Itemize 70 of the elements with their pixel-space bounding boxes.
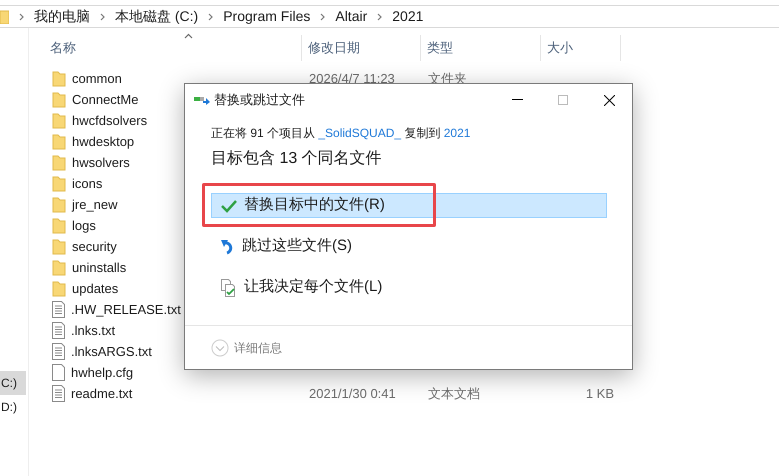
chevron-right-icon — [377, 12, 382, 20]
option-button[interactable]: 跳过这些文件(S) — [211, 234, 607, 259]
file-name[interactable]: common — [72, 68, 122, 88]
maximize-icon — [558, 95, 568, 105]
column-header[interactable]: 修改日期 — [302, 35, 421, 61]
folder-icon — [52, 280, 66, 296]
breadcrumb[interactable]: Altair — [335, 6, 368, 27]
file-name[interactable]: ConnectMe — [72, 90, 138, 110]
option-button[interactable]: 让我决定每个文件(L) — [211, 275, 607, 300]
breadcrumb[interactable]: 我的电脑 — [34, 6, 90, 27]
copy-status-text: 正在将 91 个项目从 _SolidSQUAD_ 复制到 2021 — [211, 126, 470, 140]
folder-icon — [52, 112, 66, 128]
file-name[interactable]: hwsolvers — [72, 152, 130, 172]
chevron-right-icon — [208, 12, 214, 20]
breadcrumb[interactable]: Program Files — [223, 6, 310, 27]
modified-date: 2021/1/30 0:41 — [309, 386, 396, 401]
chevron-right-icon — [320, 12, 326, 20]
file-name[interactable]: icons — [72, 174, 102, 194]
address-bar[interactable]: 我的电脑 本地磁盘 (C:) Program Files Altair 2021 — [0, 5, 779, 28]
file-name[interactable]: updates — [72, 278, 118, 298]
folder-icon — [52, 154, 66, 170]
undo-arrow-icon — [221, 238, 235, 254]
text-file-icon — [52, 322, 65, 339]
dialog-heading: 目标包含 13 个同名文件 — [211, 148, 382, 169]
text-file-icon — [52, 301, 65, 318]
file-name[interactable]: uninstalls — [72, 258, 126, 278]
folder-icon — [52, 92, 66, 108]
text-file-icon — [52, 385, 65, 402]
nav-item[interactable]: C:) — [0, 371, 26, 395]
chevron-right-icon — [100, 12, 105, 20]
move-file-icon — [194, 95, 210, 105]
file-size: 1 KB — [586, 386, 614, 401]
breadcrumb[interactable]: 本地磁盘 (C:) — [115, 6, 198, 27]
folder-icon — [52, 218, 66, 234]
file-name[interactable]: readme.txt — [71, 384, 132, 404]
folder-icon — [52, 70, 66, 86]
breadcrumb[interactable]: 2021 — [392, 6, 424, 27]
file-name[interactable]: hwhelp.cfg — [71, 362, 134, 382]
column-header[interactable]: 名称 — [47, 35, 302, 61]
folder-icon — [52, 260, 66, 276]
expand-chevron-icon — [211, 338, 229, 356]
column-header[interactable]: 类型 — [421, 35, 541, 61]
file-name[interactable]: .lnks.txt — [71, 320, 116, 340]
file-icon — [52, 364, 65, 381]
copy-check-icon — [221, 278, 237, 296]
minimize-icon — [512, 99, 522, 101]
details-toggle[interactable]: 详细信息 — [234, 338, 282, 356]
check-icon — [221, 198, 237, 212]
folder-icon — [52, 238, 66, 254]
file-name[interactable]: .lnksARGS.txt — [71, 342, 152, 362]
folder-icon — [52, 134, 66, 150]
modified-date: 2026/4/7 11:23 — [309, 70, 395, 86]
file-name[interactable]: logs — [72, 216, 96, 236]
column-header[interactable]: 大小 — [541, 35, 621, 61]
close-icon — [604, 94, 614, 106]
text-file-icon — [52, 343, 65, 360]
file-name[interactable]: jre_new — [72, 194, 118, 214]
sort-caret-icon — [184, 33, 193, 39]
file-name[interactable]: security — [72, 236, 117, 256]
dialog-title: 替换或跳过文件 — [214, 91, 306, 110]
file-name[interactable]: hwcfdsolvers — [72, 110, 148, 130]
nav-item[interactable]: D:) — [0, 395, 26, 419]
file-name[interactable]: hwdesktop — [72, 132, 134, 152]
file-name[interactable]: .HW_RELEASE.txt — [71, 300, 181, 320]
folder-icon — [52, 176, 66, 192]
folder-icon — [52, 196, 66, 212]
folder-icon — [0, 10, 9, 24]
file-type: 文本文档 — [428, 386, 480, 401]
chevron-right-icon — [19, 12, 24, 20]
option-button[interactable]: 替换目标中的文件(R) — [211, 193, 607, 218]
